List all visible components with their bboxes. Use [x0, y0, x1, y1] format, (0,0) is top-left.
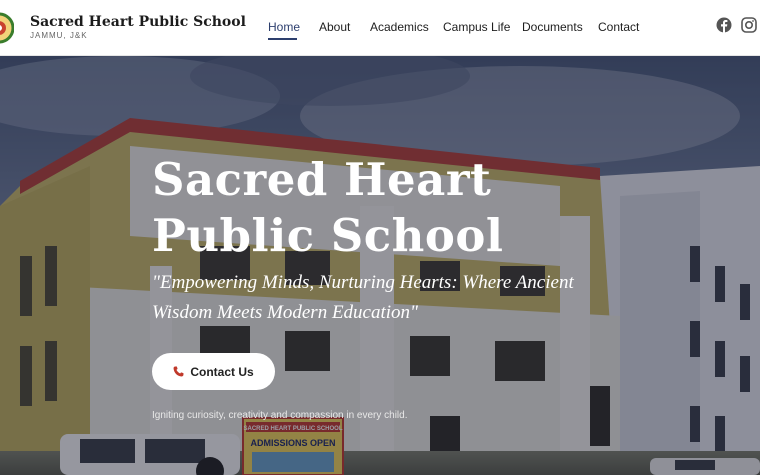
facebook-icon[interactable] [716, 17, 732, 33]
nav-documents[interactable]: Documents [522, 20, 583, 34]
contact-us-label: Contact Us [190, 364, 254, 379]
nav-home[interactable]: Home [268, 20, 300, 34]
nav-academics[interactable]: Academics [370, 20, 429, 34]
hero-title: Sacred Heart Public School [152, 153, 504, 262]
instagram-icon[interactable] [741, 17, 757, 33]
hero-tagline: "Empowering Minds, Nurturing Hearts: Whe… [152, 272, 574, 323]
active-nav-indicator [268, 38, 297, 40]
school-crest-icon[interactable] [0, 10, 14, 46]
phone-icon [173, 366, 184, 377]
contact-us-button[interactable]: Contact Us [152, 353, 275, 390]
hero-caption: Igniting curiosity, creativity and compa… [152, 410, 408, 421]
site-header: Sacred Heart Public School JAMMU, J&K Ho… [0, 0, 760, 56]
school-name[interactable]: Sacred Heart Public School [30, 14, 246, 30]
school-location: JAMMU, J&K [30, 31, 88, 40]
hero-section: SACRED HEART PUBLIC SCHOOL ADMISSIONS OP… [0, 56, 760, 475]
nav-campus-life[interactable]: Campus Life [443, 20, 510, 34]
nav-about[interactable]: About [319, 20, 350, 34]
nav-contact[interactable]: Contact [598, 20, 639, 34]
